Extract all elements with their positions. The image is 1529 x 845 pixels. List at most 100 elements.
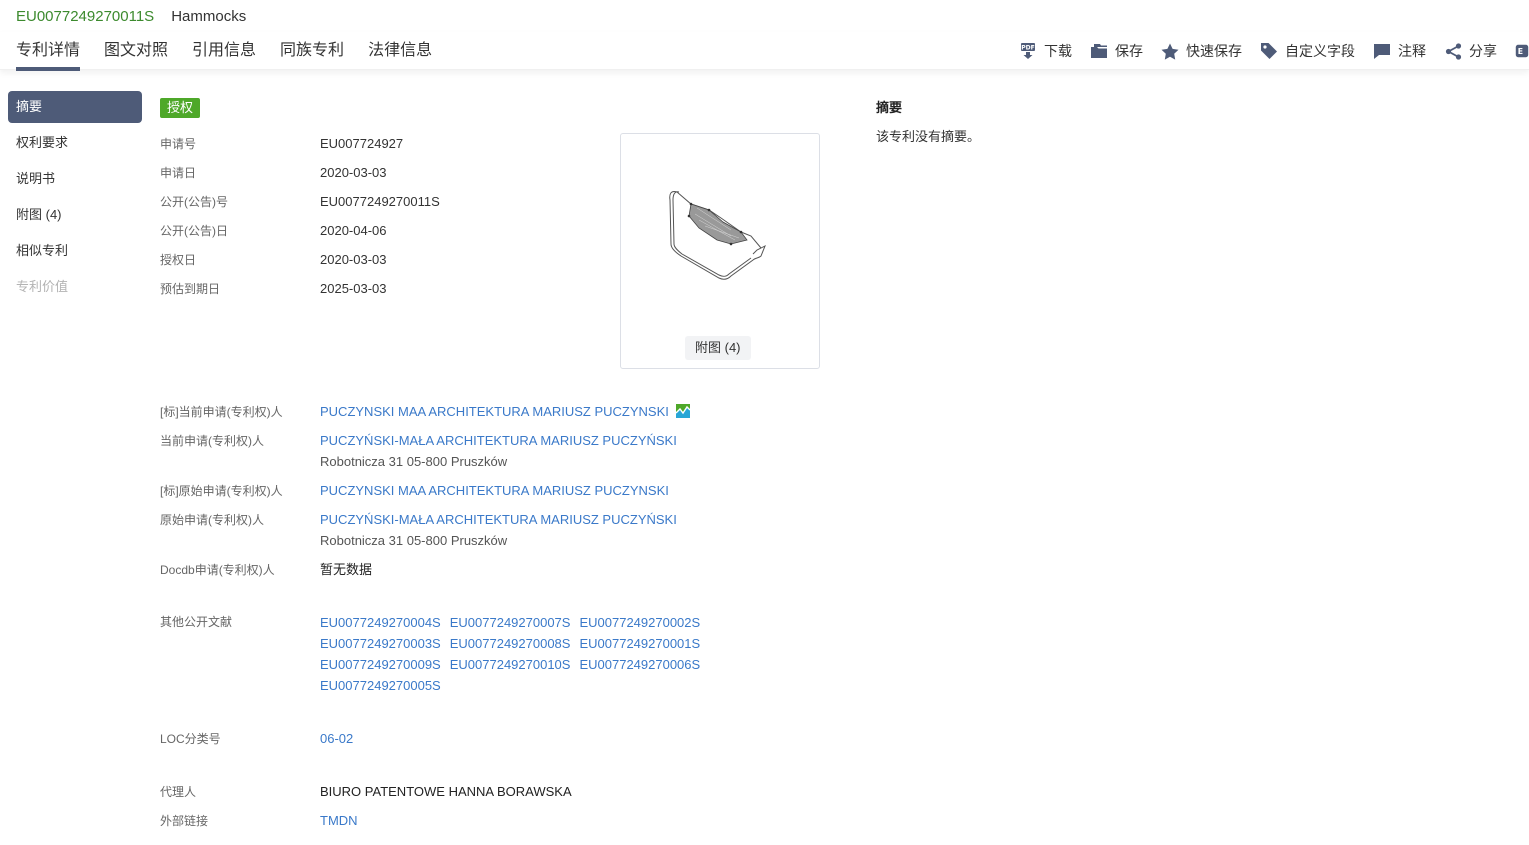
field-external-link: 外部链接 TMDN: [160, 811, 358, 831]
field-expiry-date: 预估到期日 2025-03-03: [160, 279, 387, 299]
share-icon: [1444, 42, 1462, 60]
field-value: PUCZYŃSKI-MAŁA ARCHITEKTURA MARIUSZ PUCZ…: [320, 510, 677, 551]
field-value: 2025-03-03: [320, 281, 387, 296]
svg-text:E: E: [1518, 47, 1523, 56]
field-label: 申请日: [160, 166, 197, 180]
original-applicant-link[interactable]: PUCZYŃSKI-MAŁA ARCHITEKTURA MARIUSZ PUCZ…: [320, 512, 677, 527]
tab-patent-details[interactable]: 专利详情: [16, 32, 81, 71]
publication-link[interactable]: EU0077249270006S: [579, 654, 700, 675]
field-value: TMDN: [320, 811, 358, 831]
field-label: Docdb申请(专利权)人: [160, 563, 275, 577]
figure-thumbnail[interactable]: 附图 (4): [620, 133, 820, 369]
field-label: 授权日: [160, 253, 197, 267]
sidebar-item-description[interactable]: 说明书: [8, 163, 142, 195]
field-label: 申请号: [160, 137, 197, 151]
tab-legal[interactable]: 法律信息: [368, 32, 432, 70]
field-application-number: 申请号 EU007724927: [160, 134, 403, 154]
publication-link[interactable]: EU0077249270001S: [579, 633, 700, 654]
field-value: PUCZYNSKI MAA ARCHITEKTURA MARIUSZ PUCZY…: [320, 481, 669, 501]
tag-icon: [1260, 42, 1278, 60]
save-label: 保存: [1115, 43, 1143, 59]
field-value: EU0077249270011S: [320, 194, 440, 209]
field-label: 原始申请(专利权)人: [160, 513, 264, 527]
publication-link[interactable]: EU0077249270009S: [320, 654, 441, 675]
publication-link[interactable]: EU0077249270008S: [450, 633, 571, 654]
hammock-drawing: [669, 191, 766, 280]
export-button[interactable]: E: [1515, 42, 1529, 60]
patent-number: EU0077249270011S: [16, 7, 155, 25]
abstract-heading: 摘要: [876, 100, 903, 115]
sidebar-item-similar[interactable]: 相似专利: [8, 235, 142, 267]
publication-link[interactable]: EU0077249270003S: [320, 633, 441, 654]
field-label: 其他公开文献: [160, 615, 233, 629]
std-original-applicant-link[interactable]: PUCZYNSKI MAA ARCHITEKTURA MARIUSZ PUCZY…: [320, 483, 669, 498]
field-publication-date: 公开(公告)日 2020-04-06: [160, 221, 387, 241]
field-publication-number: 公开(公告)号 EU0077249270011S: [160, 192, 440, 212]
abstract-text: 该专利没有摘要。: [876, 129, 981, 144]
custom-field-button[interactable]: 自定义字段: [1260, 41, 1355, 61]
sidebar-item-drawings[interactable]: 附图 (4): [8, 199, 142, 231]
save-button[interactable]: 保存: [1090, 41, 1143, 61]
field-label: 公开(公告)号: [160, 195, 228, 209]
analysis-chart-icon[interactable]: [675, 404, 690, 418]
publication-link[interactable]: EU0077249270005S: [320, 675, 441, 696]
comment-icon: [1373, 42, 1391, 60]
title-bar: EU0077249270011S Hammocks: [16, 6, 246, 26]
share-button[interactable]: 分享: [1444, 41, 1497, 61]
field-value: 2020-03-03: [320, 252, 387, 267]
current-applicant-link[interactable]: PUCZYŃSKI-MAŁA ARCHITEKTURA MARIUSZ PUCZ…: [320, 433, 677, 448]
field-value: BIURO PATENTOWE HANNA BORAWSKA: [320, 784, 572, 799]
folder-icon: [1090, 42, 1108, 60]
sidebar-item-abstract[interactable]: 摘要: [8, 91, 142, 123]
sidebar-item-claims[interactable]: 权利要求: [8, 127, 142, 159]
tab-citations[interactable]: 引用信息: [192, 32, 256, 70]
publication-link[interactable]: EU0077249270004S: [320, 612, 441, 633]
field-label: LOC分类号: [160, 732, 221, 746]
field-value: EU007724927: [320, 136, 404, 151]
field-application-date: 申请日 2020-03-03: [160, 163, 387, 183]
field-label: 当前申请(专利权)人: [160, 434, 264, 448]
publication-link[interactable]: EU0077249270007S: [450, 612, 571, 633]
field-value: PUCZYNSKI MAA ARCHITEKTURA MARIUSZ PUCZY…: [320, 402, 690, 422]
quick-save-button[interactable]: 快速保存: [1161, 41, 1242, 61]
field-value: 2020-03-03: [320, 165, 387, 180]
field-label: [标]原始申请(专利权)人: [160, 484, 283, 498]
field-value: 06-02: [320, 729, 353, 749]
loc-class-link[interactable]: 06-02: [320, 731, 353, 746]
custom-field-label: 自定义字段: [1285, 43, 1355, 59]
svg-text:PDF: PDF: [1021, 45, 1034, 52]
publication-link[interactable]: EU0077249270002S: [579, 612, 700, 633]
field-value: 2020-04-06: [320, 223, 387, 238]
tmdn-link[interactable]: TMDN: [320, 813, 358, 828]
export-icon: E: [1515, 42, 1529, 60]
field-std-current-applicant: [标]当前申请(专利权)人 PUCZYNSKI MAA ARCHITEKTURA…: [160, 402, 690, 422]
field-label: 公开(公告)日: [160, 224, 228, 238]
tab-bar: 专利详情 图文对照 引用信息 同族专利 法律信息: [16, 32, 456, 71]
field-label: 预估到期日: [160, 282, 221, 296]
quick-save-label: 快速保存: [1186, 43, 1242, 59]
publication-link[interactable]: EU0077249270010S: [450, 654, 571, 675]
field-label: 代理人: [160, 785, 197, 799]
field-value: 暂无数据: [320, 562, 373, 577]
annotation-button[interactable]: 注释: [1373, 41, 1426, 61]
download-button[interactable]: PDF 下载: [1019, 41, 1072, 61]
tab-image-text[interactable]: 图文对照: [104, 32, 168, 70]
field-original-applicant: 原始申请(专利权)人 PUCZYŃSKI-MAŁA ARCHITEKTURA M…: [160, 510, 677, 551]
sidebar: 摘要 权利要求 说明书 附图 (4) 相似专利 专利价值: [8, 91, 142, 307]
field-grant-date: 授权日 2020-03-03: [160, 250, 387, 270]
tab-family[interactable]: 同族专利: [280, 32, 344, 70]
field-value: PUCZYŃSKI-MAŁA ARCHITEKTURA MARIUSZ PUCZ…: [320, 431, 677, 472]
field-other-publications: 其他公开文献 EU0077249270004S EU0077249270007S…: [160, 612, 700, 696]
abstract-section: 摘要 该专利没有摘要。: [876, 98, 980, 147]
top-nav: 专利详情 图文对照 引用信息 同族专利 法律信息 PDF 下载 保存 快速保存: [0, 32, 1529, 71]
field-loc-class: LOC分类号 06-02: [160, 729, 353, 749]
status-badge: 授权: [160, 98, 201, 118]
pdf-download-icon: PDF: [1019, 42, 1037, 60]
field-agent: 代理人 BIURO PATENTOWE HANNA BORAWSKA: [160, 782, 572, 802]
figure-count-label[interactable]: 附图 (4): [685, 336, 751, 360]
toolbar: PDF 下载 保存 快速保存 自定义字段 注释 分享 E: [1001, 32, 1529, 70]
std-current-applicant-link[interactable]: PUCZYNSKI MAA ARCHITEKTURA MARIUSZ PUCZY…: [320, 404, 669, 419]
original-applicant-address: Robotnicza 31 05-800 Pruszków: [320, 533, 508, 548]
annotation-label: 注释: [1398, 43, 1426, 59]
field-docdb-applicant: Docdb申请(专利权)人 暂无数据: [160, 560, 372, 580]
